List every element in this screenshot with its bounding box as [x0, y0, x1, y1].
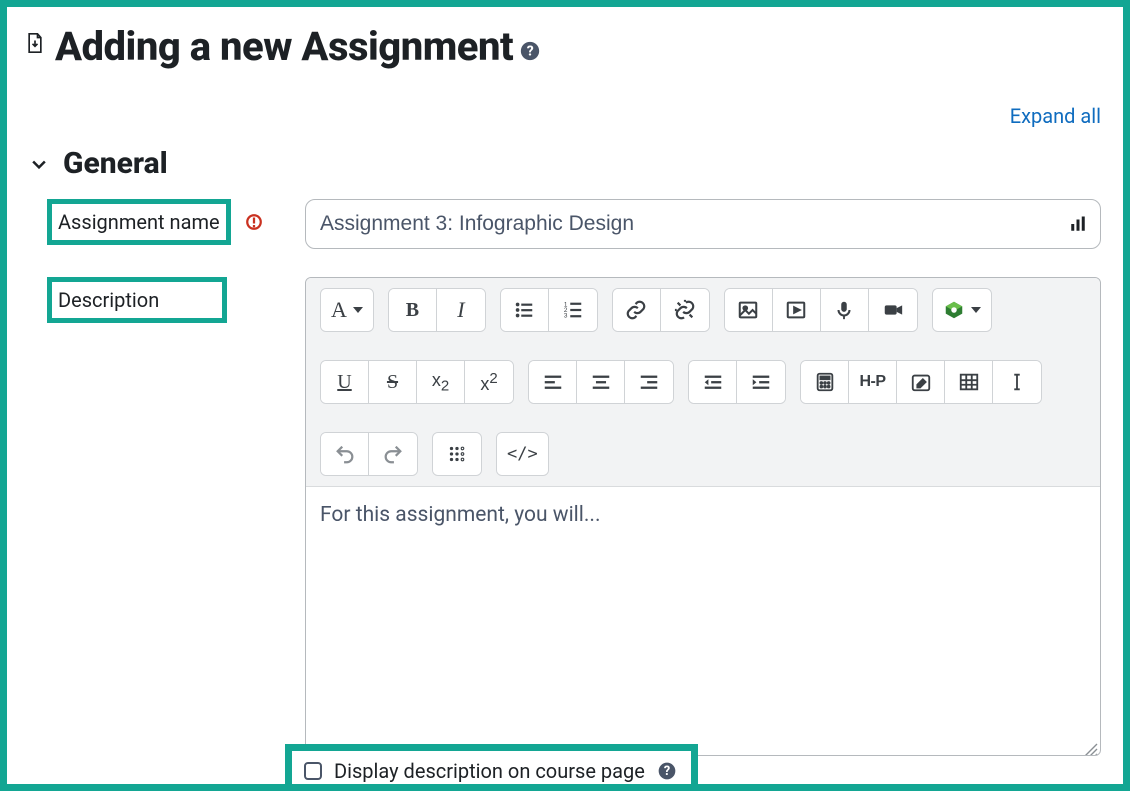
- required-icon: [245, 213, 263, 231]
- subscript-button[interactable]: x2: [417, 361, 465, 403]
- record-video-button[interactable]: [869, 289, 917, 331]
- html-button[interactable]: </>: [497, 433, 548, 475]
- svg-text:?: ?: [527, 43, 534, 59]
- redo-icon: [382, 443, 404, 465]
- link-button[interactable]: [613, 289, 661, 331]
- braille-icon: [446, 443, 468, 465]
- microphone-icon: [833, 299, 855, 321]
- media-icon: [785, 299, 807, 321]
- chevron-down-icon: [29, 154, 49, 174]
- assignment-icon: [25, 31, 45, 55]
- align-center-button[interactable]: [577, 361, 625, 403]
- align-center-icon: [590, 371, 612, 393]
- h5p-button[interactable]: H-P: [849, 361, 897, 403]
- bold-button[interactable]: B: [389, 289, 437, 331]
- display-description-row: Display description on course page ?: [285, 744, 698, 791]
- rich-text-editor: A B I 12: [305, 277, 1101, 756]
- form-grid: Assignment name: [25, 199, 1105, 756]
- label-highlight: Assignment name: [47, 199, 231, 245]
- edit-icon: [910, 371, 932, 393]
- row-assignment-name: Assignment name: [25, 199, 1105, 249]
- table-icon: [958, 371, 980, 393]
- text-cursor-icon: [1006, 371, 1028, 393]
- description-text: For this assignment, you will...: [320, 503, 601, 527]
- calculator-icon: [814, 371, 836, 393]
- indent-button[interactable]: [737, 361, 785, 403]
- clear-formatting-button[interactable]: [993, 361, 1041, 403]
- media-button[interactable]: [773, 289, 821, 331]
- image-icon: [737, 299, 759, 321]
- paragraph-style-button[interactable]: A: [321, 289, 373, 331]
- svg-text:?: ?: [664, 764, 670, 779]
- label-description: Description: [58, 288, 159, 312]
- table-button[interactable]: [945, 361, 993, 403]
- caret-down-icon: [353, 307, 363, 313]
- align-right-icon: [638, 371, 660, 393]
- display-description-checkbox[interactable]: [304, 762, 322, 780]
- bulleted-list-button[interactable]: [501, 289, 549, 331]
- unlink-icon: [674, 299, 696, 321]
- italic-button[interactable]: I: [437, 289, 485, 331]
- underline-button[interactable]: U: [321, 361, 369, 403]
- strikethrough-button[interactable]: S: [369, 361, 417, 403]
- numbered-list-button[interactable]: 123: [549, 289, 597, 331]
- undo-icon: [334, 443, 356, 465]
- outdent-button[interactable]: [689, 361, 737, 403]
- accessibility-checker-button[interactable]: [433, 433, 481, 475]
- edit-button[interactable]: [897, 361, 945, 403]
- caret-down-icon: [971, 307, 981, 313]
- link-icon: [625, 299, 647, 321]
- superscript-button[interactable]: x2: [465, 361, 513, 403]
- expand-all-link[interactable]: Expand all: [1010, 104, 1101, 128]
- record-audio-button[interactable]: [821, 289, 869, 331]
- page-title-text: Adding a new Assignment: [55, 23, 513, 70]
- align-left-icon: [542, 371, 564, 393]
- page-frame: Adding a new Assignment ? Expand all Gen…: [0, 0, 1130, 791]
- display-description-label: Display description on course page: [334, 759, 645, 783]
- video-camera-icon: [882, 299, 904, 321]
- page-title: Adding a new Assignment ?: [55, 23, 541, 70]
- page-title-row: Adding a new Assignment ?: [25, 23, 1105, 70]
- section-header[interactable]: General: [29, 146, 1105, 181]
- label-assignment-name: Assignment name: [58, 210, 220, 234]
- align-left-button[interactable]: [529, 361, 577, 403]
- align-right-button[interactable]: [625, 361, 673, 403]
- description-editor-body[interactable]: For this assignment, you will...: [306, 487, 1100, 755]
- indent-icon: [750, 371, 772, 393]
- bar-chart-icon[interactable]: [1069, 215, 1087, 233]
- row-description: Description A B: [25, 277, 1105, 756]
- unlink-button[interactable]: [661, 289, 709, 331]
- equation-button[interactable]: [801, 361, 849, 403]
- help-icon[interactable]: ?: [657, 761, 677, 781]
- outdent-icon: [702, 371, 724, 393]
- bulleted-list-icon: [513, 299, 535, 321]
- section-title: General: [63, 146, 168, 181]
- image-button[interactable]: [725, 289, 773, 331]
- label-highlight: Description: [47, 277, 227, 323]
- expand-all-row: Expand all: [25, 104, 1105, 128]
- undo-button[interactable]: [321, 433, 369, 475]
- svg-text:3: 3: [564, 312, 568, 319]
- panopto-icon: [943, 299, 965, 321]
- redo-button[interactable]: [369, 433, 417, 475]
- numbered-list-icon: 123: [562, 299, 584, 321]
- assignment-name-input[interactable]: [305, 199, 1101, 249]
- editor-toolbar: A B I 12: [306, 278, 1100, 487]
- resize-handle[interactable]: [1084, 739, 1098, 753]
- panopto-button[interactable]: [933, 289, 991, 331]
- help-icon[interactable]: ?: [519, 40, 541, 62]
